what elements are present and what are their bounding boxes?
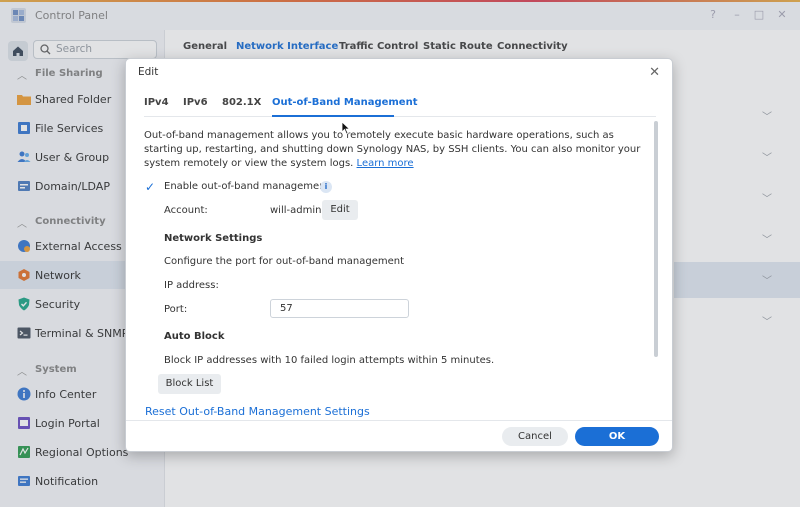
auto-block-desc: Block IP addresses with 10 failed login …: [164, 355, 495, 366]
cancel-button[interactable]: Cancel: [502, 427, 568, 446]
mouse-cursor-icon: [341, 121, 351, 135]
enable-oob-label[interactable]: Enable out-of-band management: [164, 181, 329, 192]
info-icon[interactable]: i: [320, 181, 332, 193]
dialog-scrollbar[interactable]: [654, 121, 658, 357]
port-input[interactable]: 57: [270, 299, 409, 318]
port-value: 57: [280, 303, 293, 314]
network-settings-header: Network Settings: [164, 233, 263, 244]
close-icon[interactable]: ✕: [649, 65, 660, 80]
oob-description: Out-of-band management allows you to rem…: [144, 130, 641, 169]
edit-dialog: Edit ✕ IPv4 IPv6 802.1X Out-of-Band Mana…: [125, 58, 673, 452]
edit-account-button[interactable]: Edit: [322, 200, 358, 220]
active-tab-indicator: [272, 115, 394, 117]
ok-button[interactable]: OK: [575, 427, 659, 446]
port-label: Port:: [164, 304, 188, 315]
auto-block-header: Auto Block: [164, 331, 225, 342]
network-settings-desc: Configure the port for out-of-band manag…: [164, 256, 405, 267]
dialog-tabs: IPv4 IPv6 802.1X Out-of-Band Management: [144, 97, 656, 117]
ip-address-label: IP address:: [164, 280, 219, 291]
tab-8021x[interactable]: 802.1X: [222, 97, 261, 108]
tab-ipv4[interactable]: IPv4: [144, 97, 169, 108]
account-label: Account:: [164, 205, 208, 216]
dialog-title: Edit: [138, 66, 159, 78]
learn-more-link[interactable]: Learn more: [357, 158, 414, 169]
tab-out-of-band-management[interactable]: Out-of-Band Management: [272, 97, 417, 108]
block-list-button[interactable]: Block List: [158, 374, 221, 394]
reset-oob-settings-link[interactable]: Reset Out-of-Band Management Settings: [145, 405, 370, 418]
account-value: will-admin: [270, 205, 322, 216]
enable-oob-checkbox[interactable]: ✓: [145, 181, 157, 193]
tab-ipv6[interactable]: IPv6: [183, 97, 208, 108]
